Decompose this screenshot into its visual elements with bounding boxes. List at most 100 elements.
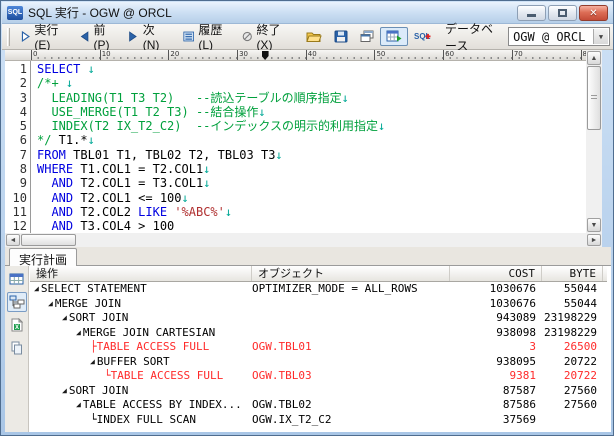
close-button[interactable]: ✕ [579, 5, 608, 21]
sql-editor[interactable]: 123456789101112 SELECT ↓/*+ ↓ LEADING(T1… [5, 61, 586, 233]
code-line[interactable]: INDEX(T2 IX_T2_C2) --インデックスの明示的利用指定↓ [37, 119, 586, 133]
tree-expander-icon[interactable]: ◢ [48, 299, 53, 308]
col-header-operation[interactable]: 操作 [30, 266, 252, 281]
maximize-icon [558, 9, 567, 17]
plan-row[interactable]: └INDEX FULL SCANOGW.IX_T2_C237569 [30, 413, 607, 428]
code-segment: AND [51, 219, 73, 233]
tree-expander-icon[interactable]: ◢ [76, 400, 81, 409]
tree-connector: └ [90, 413, 97, 426]
code-line[interactable]: WHERE T1.COL1 = T2.COL1↓ [37, 162, 586, 176]
scroll-down-icon[interactable]: ▼ [587, 218, 601, 232]
code-line[interactable]: AND T2.COL1 = T3.COL1↓ [37, 176, 586, 190]
plan-cost: 938095 [450, 355, 542, 370]
open-file-button[interactable] [300, 27, 328, 46]
newline-mark-icon: ↓ [203, 176, 210, 190]
plan-object [252, 297, 450, 312]
tree-view-button[interactable] [7, 292, 27, 312]
plan-row[interactable]: └TABLE ACCESS FULLOGW.TBL03938120722 [30, 369, 607, 384]
history-label: 履歴(L) [198, 21, 229, 52]
tree-expander-icon[interactable]: ◢ [34, 284, 39, 293]
tree-expander-icon[interactable]: ◢ [90, 357, 95, 366]
save-button[interactable] [328, 27, 354, 46]
tree-expander-icon[interactable]: ◢ [62, 386, 67, 395]
cascade-windows-icon [360, 30, 374, 43]
triangle-right-icon [128, 30, 139, 43]
copy-button[interactable] [7, 338, 27, 358]
sql-add-button[interactable]: SQL [408, 27, 437, 46]
col-header-object[interactable]: オブジェクト [252, 266, 450, 281]
code-segment: SELECT [37, 62, 80, 76]
plan-row[interactable]: ◢MERGE JOIN CARTESIAN93809823198229 [30, 326, 607, 341]
tree-expander-icon[interactable]: ◢ [62, 313, 67, 322]
line-number: 1 [5, 62, 27, 76]
plan-cost: 943089 [450, 311, 542, 326]
toolbar: 実行(E) 前(P) 次(N) 履歴(L) 終了(X) [2, 24, 614, 50]
plan-byte: 20722 [542, 355, 603, 370]
execution-plan-pane: X 操作 オブジェクト COST BYTE ◢SELECT STATEMENTO… [5, 266, 611, 432]
code-segment: AND [51, 191, 73, 205]
code-line[interactable]: AND T2.COL1 <= 100↓ [37, 191, 586, 205]
chevron-down-icon[interactable]: ▼ [593, 29, 608, 44]
plan-table: 操作 オブジェクト COST BYTE ◢SELECT STATEMENTOPT… [30, 266, 607, 432]
code-line[interactable]: LEADING(T1 T3 T2) --読込テーブルの順序指定↓ [37, 91, 586, 105]
code-line[interactable]: AND T2.COL2 LIKE '%ABC%'↓ [37, 205, 586, 219]
code-line[interactable]: AND T3.COL4 > 100 [37, 219, 586, 233]
plan-object [252, 326, 450, 341]
col-header-byte[interactable]: BYTE [542, 266, 603, 281]
tab-execution-plan[interactable]: 実行計画 [9, 248, 77, 266]
plan-row[interactable]: ◢BUFFER SORT 93809520722 [30, 355, 607, 370]
sql-code-area[interactable]: SELECT ↓/*+ ↓ LEADING(T1 T3 T2) --読込テーブル… [32, 61, 586, 233]
plan-row[interactable]: ◢TABLE ACCESS BY INDEX...OGW.TBL02875862… [30, 398, 607, 413]
editor-hscrollbar[interactable]: ◄ ► [5, 233, 602, 247]
sql-plus-icon: SQL [414, 30, 431, 43]
grid-view-button[interactable] [7, 269, 27, 289]
plan-operation: BUFFER SORT [97, 355, 170, 368]
code-line[interactable]: FROM TBL01 T1, TBL02 T2, TBL03 T3↓ [37, 148, 586, 162]
plan-row[interactable]: ◢MERGE JOIN103067655044 [30, 297, 607, 312]
code-segment: T1.COL1 = T2.COL1 [73, 162, 203, 176]
vscroll-thumb[interactable] [587, 66, 601, 130]
plan-row[interactable]: ◢SORT JOIN94308923198229 [30, 311, 607, 326]
plan-operation: SORT JOIN [69, 384, 129, 397]
close-icon: ✕ [589, 8, 597, 19]
hscroll-thumb[interactable] [21, 234, 76, 246]
plan-operation: MERGE JOIN CARTESIAN [83, 326, 215, 339]
code-segment: /*+ [37, 76, 66, 90]
line-number: 10 [5, 191, 27, 205]
database-label: データベース [445, 20, 504, 54]
plan-operation: TABLE ACCESS FULL [97, 340, 210, 353]
plan-operation: SELECT STATEMENT [41, 282, 147, 295]
plan-cost: 1030676 [450, 282, 542, 297]
code-line[interactable]: SELECT ↓ [37, 62, 586, 76]
code-line[interactable]: USE_MERGE(T1 T2 T3) --結合操作↓ [37, 105, 586, 119]
minimize-button[interactable] [517, 5, 546, 21]
run-outline-triangle-icon [20, 30, 31, 43]
line-number: 12 [5, 219, 27, 233]
editor-vscrollbar[interactable]: ▲ ▼ [586, 50, 602, 233]
plan-row[interactable]: ├TABLE ACCESS FULLOGW.TBL01326500 [30, 340, 607, 355]
plan-object: OGW.TBL01 [252, 340, 450, 355]
col-header-cost[interactable]: COST [450, 266, 542, 281]
plan-table-header[interactable]: 操作 オブジェクト COST BYTE [30, 266, 607, 282]
toolbar-grip[interactable] [7, 28, 10, 46]
code-segment: T1.* [51, 133, 87, 147]
scroll-right-icon[interactable]: ► [587, 234, 601, 246]
export-excel-button[interactable]: X [7, 315, 27, 335]
line-number: 6 [5, 133, 27, 147]
plan-cost: 87587 [450, 384, 542, 399]
maximize-button[interactable] [548, 5, 577, 21]
scroll-up-icon[interactable]: ▲ [587, 51, 601, 65]
scroll-left-icon[interactable]: ◄ [6, 234, 20, 246]
tree-expander-icon[interactable]: ◢ [76, 328, 81, 337]
code-line[interactable]: */ T1.*↓ [37, 133, 586, 147]
code-segment: */ [37, 133, 51, 147]
code-line[interactable]: /*+ ↓ [37, 76, 586, 90]
plan-cost: 938098 [450, 326, 542, 341]
cascade-windows-button[interactable] [354, 27, 380, 46]
database-combobox[interactable]: OGW @ ORCL ▼ [508, 27, 610, 46]
plan-row[interactable]: ◢SELECT STATEMENTOPTIMIZER_MODE = ALL_RO… [30, 282, 607, 297]
plan-row[interactable]: ◢SORT JOIN8758727560 [30, 384, 607, 399]
code-segment: T2.COL1 <= 100 [73, 191, 181, 205]
plan-object [252, 355, 450, 370]
plan-view-toggle-button[interactable] [380, 27, 408, 46]
